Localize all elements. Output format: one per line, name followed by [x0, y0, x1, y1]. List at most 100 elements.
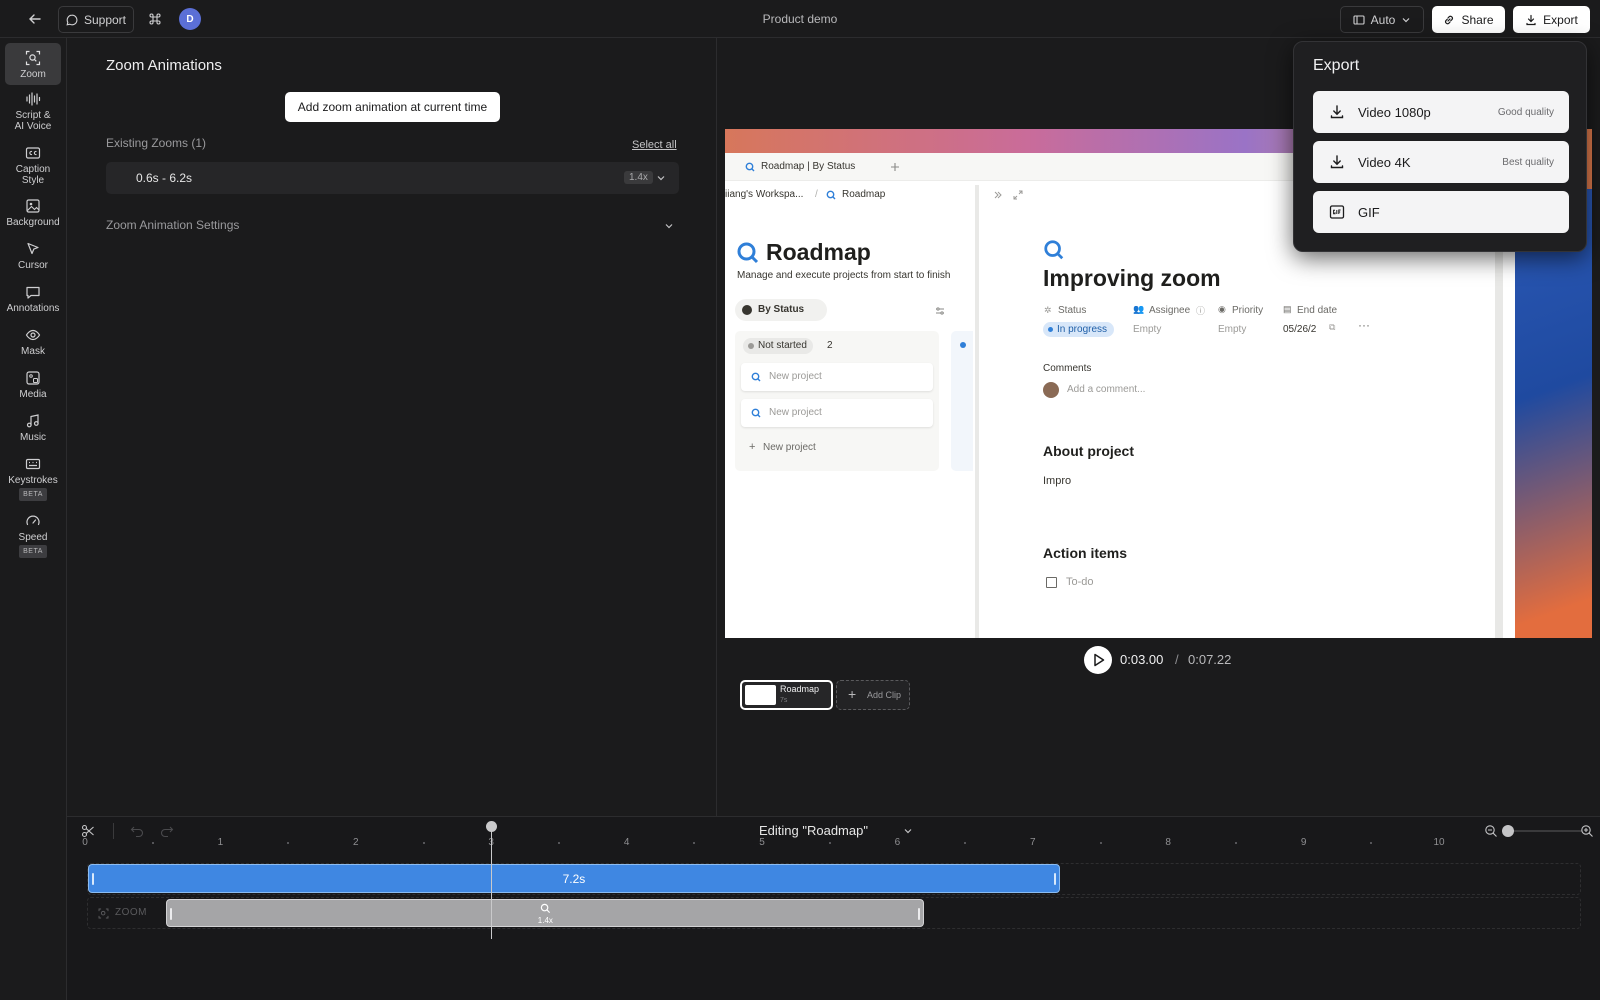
zoom-icon: [98, 908, 109, 919]
gif-icon: [1329, 205, 1345, 219]
link-icon: [1445, 15, 1454, 24]
sidebar-item-mask[interactable]: Mask: [5, 327, 61, 363]
slider-track: [1502, 830, 1582, 832]
about-text: Impro: [1043, 475, 1072, 487]
redo-icon[interactable]: [160, 824, 174, 838]
export-option-label: GIF: [1358, 204, 1380, 220]
timeline-zoom-slider[interactable]: [1502, 825, 1582, 837]
sidebar-item-annotations[interactable]: Annotations: [5, 284, 61, 320]
ruler-tick-label: 8: [1165, 837, 1171, 848]
ruler-tick-label: 0: [82, 837, 88, 848]
slider-thumb[interactable]: [1502, 825, 1514, 837]
ruler-tick-label: 5: [759, 837, 765, 848]
beta-badge: BETA: [19, 488, 47, 501]
panel-divider: [975, 185, 979, 638]
playhead[interactable]: [486, 821, 498, 939]
zoom-out-icon[interactable]: [1484, 824, 1498, 838]
expand-icon: [1013, 190, 1023, 200]
clip-bar-label: 7.2s: [562, 872, 586, 886]
back-button[interactable]: [24, 9, 46, 29]
sidebar-item-label: Cursor: [17, 260, 48, 271]
status-pill: In progress: [1043, 322, 1115, 337]
export-option-gif[interactable]: GIF: [1313, 191, 1569, 233]
zoom-segment[interactable]: 1.4x: [166, 899, 925, 927]
chevron-down-icon: [904, 829, 912, 834]
export-option-label: Video 4K: [1358, 154, 1411, 170]
avatar[interactable]: D: [179, 8, 201, 30]
ruler-tick-label: 2: [353, 837, 359, 848]
priority-icon: ◉: [1218, 304, 1226, 314]
beta-badge: BETA: [19, 545, 47, 558]
sidebar-item-script-ai-voice[interactable]: Script & AI Voice: [5, 91, 61, 137]
sidebar-item-media[interactable]: Media: [5, 370, 61, 406]
loader-icon: ✲: [1044, 305, 1052, 315]
export-option-video-1080p[interactable]: Video 1080p Good quality: [1313, 91, 1569, 133]
timeline-ruler[interactable]: 012345678910: [67, 837, 1600, 857]
browser-tab-title: Roadmap | By Status: [761, 161, 856, 172]
todo-checkbox: [1046, 577, 1057, 588]
clip-handle-right[interactable]: [1053, 873, 1056, 885]
support-label: Support: [83, 12, 127, 27]
editing-label: Editing "Roadmap": [759, 823, 868, 838]
zoom-item-scale-badge: 1.4x: [624, 171, 653, 184]
export-menu-title: Export: [1313, 57, 1360, 74]
sidebar-item-label: Media: [19, 389, 47, 400]
play-button[interactable]: [1084, 646, 1112, 674]
sidebar-item-zoom[interactable]: Zoom: [5, 43, 61, 85]
todo-label: To-do: [1066, 576, 1094, 588]
sidebar-item-cursor[interactable]: Cursor: [5, 241, 61, 277]
clip-thumb-image: [745, 685, 776, 705]
detail-title: Improving zoom: [1043, 265, 1221, 291]
layout-icon: [1353, 14, 1365, 25]
sidebar-item-music[interactable]: Music: [5, 413, 61, 449]
scissors-icon[interactable]: [81, 824, 95, 838]
add-zoom-button[interactable]: Add zoom animation at current time: [285, 92, 500, 122]
breadcrumb-workspace: iiang's Workspa...: [725, 189, 804, 200]
prop-end-label: End date: [1297, 305, 1338, 316]
clip-thumbnail-roadmap[interactable]: Roadmap 7s: [740, 680, 833, 710]
total-time: 0:07.22: [1188, 652, 1232, 667]
sidebar-item-label: Script &: [15, 110, 51, 121]
export-option-video-4k[interactable]: Video 4K Best quality: [1313, 141, 1569, 183]
view-selector-label: By Status: [758, 304, 805, 315]
zoom-item-range: 0.6s - 6.2s: [136, 171, 193, 185]
support-button[interactable]: Support: [58, 6, 134, 33]
roadmap-icon: [751, 372, 761, 382]
sidebar-item-caption-style[interactable]: Caption Style: [5, 145, 61, 191]
status-tag-label: Not started: [758, 340, 807, 351]
export-button[interactable]: Export: [1513, 6, 1590, 33]
zoom-in-icon[interactable]: [1580, 824, 1594, 838]
action-heading: Action items: [1043, 545, 1128, 561]
status-pill-label: In progress: [1057, 324, 1108, 335]
zoom-settings-toggle[interactable]: Zoom Animation Settings: [106, 216, 679, 236]
plus-icon: +: [749, 441, 756, 453]
sidebar-item-background[interactable]: Background: [5, 198, 61, 234]
magnifier-icon: [541, 903, 551, 914]
sidebar-item-speed[interactable]: Speed BETA: [5, 513, 61, 563]
chevron-down-icon[interactable]: [656, 173, 666, 183]
undo-icon[interactable]: [130, 824, 144, 838]
select-all-link[interactable]: Select all: [632, 139, 677, 151]
download-icon: [1330, 105, 1344, 119]
project-title[interactable]: Product demo: [700, 12, 900, 26]
waveform-icon: [26, 92, 41, 106]
share-button[interactable]: Share: [1432, 6, 1505, 33]
zoom-item[interactable]: 0.6s - 6.2s 1.4x: [106, 162, 679, 194]
people-icon: 👥: [1133, 304, 1145, 314]
sidebar-item-label: Caption: [15, 164, 51, 175]
add-clip-button[interactable]: + Add Clip: [836, 680, 910, 710]
ruler-tick-label: 1: [217, 837, 224, 848]
sidebar-item-keystrokes[interactable]: Keystrokes BETA: [5, 456, 61, 506]
clip-duration: 7s: [780, 697, 788, 704]
command-button[interactable]: [145, 9, 165, 29]
about-heading: About project: [1043, 443, 1134, 459]
plus-icon: +: [848, 686, 857, 702]
media-icon: [26, 371, 40, 385]
sidebar-item-label: Background: [6, 217, 60, 228]
ruler-tick-label: 10: [1433, 837, 1445, 848]
breadcrumb-page: Roadmap: [842, 189, 886, 200]
auto-layout-dropdown[interactable]: Auto: [1340, 6, 1424, 33]
clip-bar[interactable]: 7.2s: [88, 864, 1060, 893]
zoom-track-label: ZOOM: [115, 907, 147, 918]
board-column-in-progress: [951, 331, 973, 471]
